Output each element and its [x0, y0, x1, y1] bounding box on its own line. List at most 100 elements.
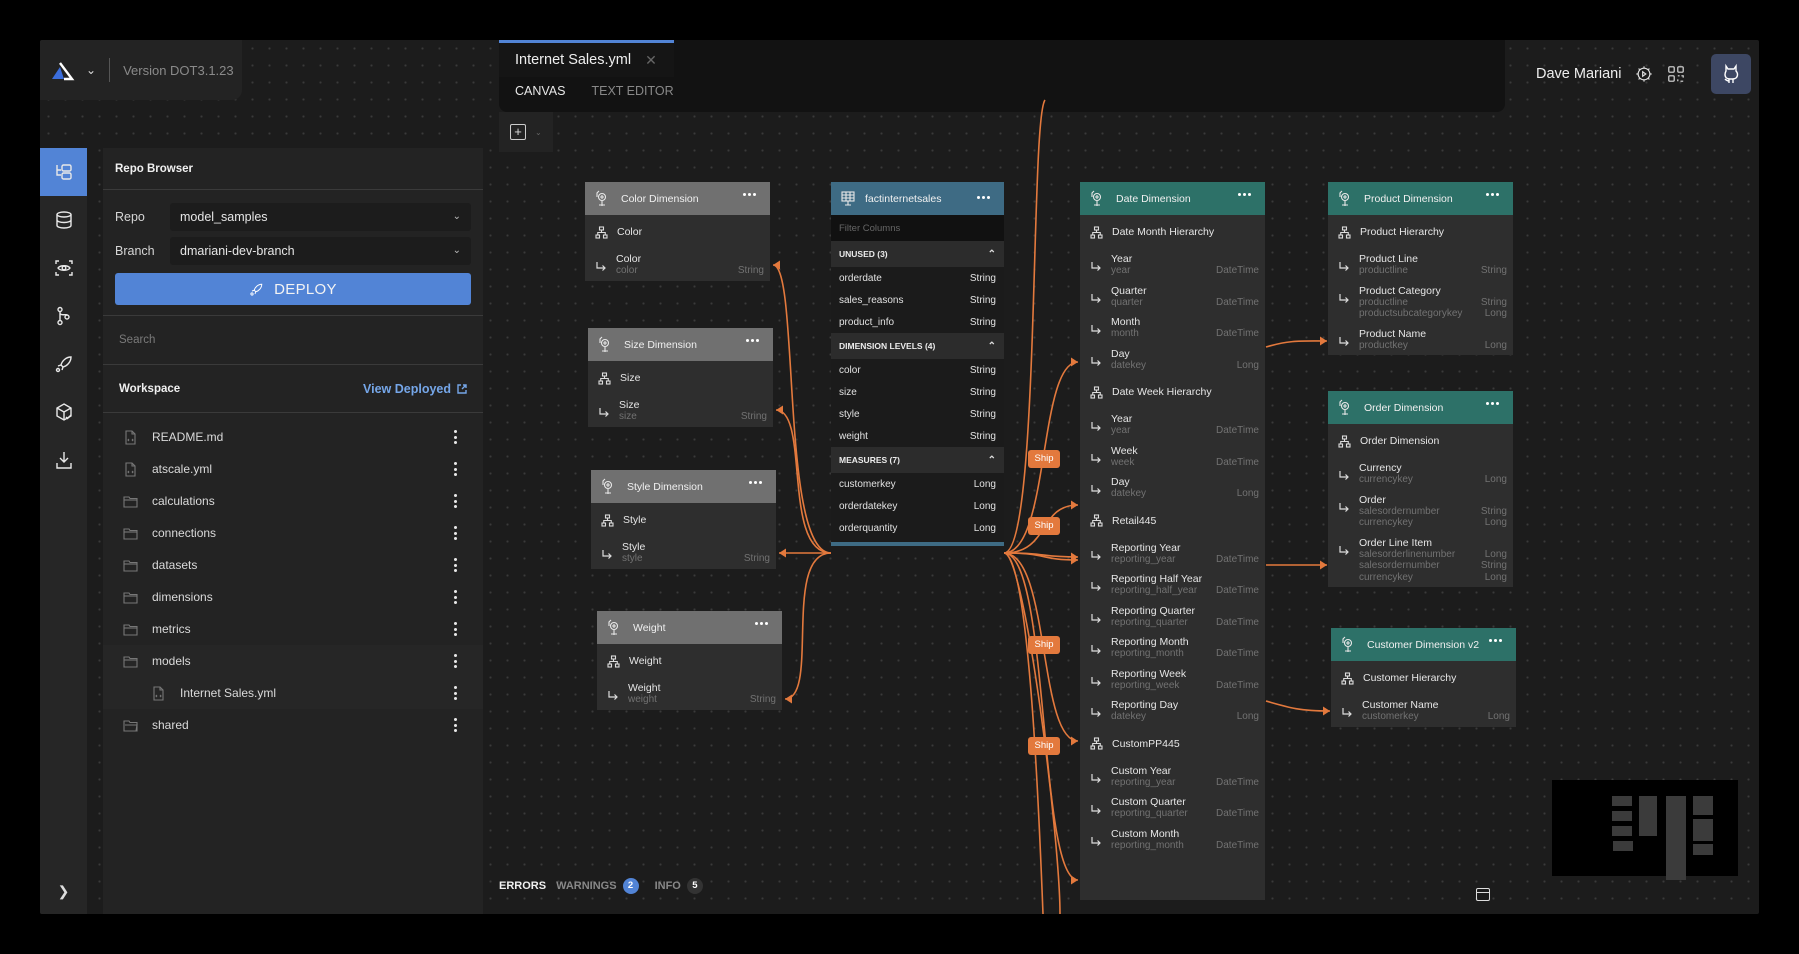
ship-badge[interactable]: Ship	[1028, 450, 1060, 468]
dimension-node-date[interactable]: Date Dimension Date Month Hierarchy Year ye…	[1080, 182, 1265, 900]
level-row[interactable]: Product Category productline String product…	[1328, 281, 1513, 324]
filter-columns-input[interactable]: Filter Columns	[831, 215, 1004, 241]
view-deployed-link[interactable]: View Deployed	[363, 382, 467, 396]
more-vertical-icon[interactable]	[454, 590, 457, 604]
edge-line[interactable]	[1265, 340, 1328, 348]
level-row[interactable]: Size size String	[588, 395, 773, 427]
more-menu-icon[interactable]	[1238, 193, 1251, 196]
chevron-down-icon[interactable]: ⌄	[535, 128, 542, 137]
branch-select[interactable]: dmariani-dev-branch ⌄	[170, 236, 471, 265]
level-row[interactable]: Custom Quarter reporting_quarter DateTime	[1080, 792, 1265, 824]
expand-rail-chevron-icon[interactable]: ❯	[40, 883, 87, 900]
minimap[interactable]	[1552, 780, 1738, 880]
hierarchy-row[interactable]: Date Week Hierarchy	[1080, 375, 1265, 409]
more-vertical-icon[interactable]	[454, 430, 457, 444]
tree-item[interactable]: dimensions	[103, 581, 483, 613]
rail-packages[interactable]	[40, 388, 87, 436]
level-row[interactable]: Month month DateTime	[1080, 312, 1265, 344]
level-row[interactable]: Product Name productkey Long	[1328, 324, 1513, 356]
level-row[interactable]: Reporting Year reporting_year DateTime	[1080, 538, 1265, 570]
dimension-node-color[interactable]: Color Dimension Color Color color String	[585, 182, 770, 281]
fact-column-row[interactable]: weight String	[831, 425, 1004, 447]
level-row[interactable]: Reporting Day datekey Long	[1080, 695, 1265, 727]
more-menu-icon[interactable]	[977, 196, 990, 199]
tree-item[interactable]: connections	[103, 517, 483, 549]
hierarchy-row[interactable]: Customer Hierarchy	[1331, 661, 1516, 695]
node-header[interactable]: Date Dimension	[1080, 182, 1265, 215]
level-row[interactable]: Customer Name customerkey Long	[1331, 695, 1516, 727]
level-row[interactable]: Reporting Month reporting_month DateTime	[1080, 632, 1265, 664]
tree-item[interactable]: calculations	[103, 485, 483, 517]
more-vertical-icon[interactable]	[454, 462, 457, 476]
hierarchy-row[interactable]: CustomPP445	[1080, 727, 1265, 761]
hierarchy-row[interactable]: Size	[588, 361, 773, 395]
chevron-down-icon[interactable]: ⌄	[86, 63, 96, 77]
level-row[interactable]: Order Line Item salesorderlinenumber Long s…	[1328, 533, 1513, 588]
tab-text-editor[interactable]: TEXT EDITOR	[591, 84, 673, 98]
hierarchy-row[interactable]: Date Month Hierarchy	[1080, 215, 1265, 249]
hierarchy-row[interactable]: Product Hierarchy	[1328, 215, 1513, 249]
fact-section-header[interactable]: UNUSED (3) ⌃	[831, 241, 1004, 267]
dimension-node-order[interactable]: Order Dimension Order Dimension Currency cu…	[1328, 391, 1513, 587]
edge-line[interactable]	[1003, 552, 1079, 561]
rail-download[interactable]	[40, 436, 87, 484]
tab-info[interactable]: INFO	[655, 880, 681, 892]
panel-toggle-icon[interactable]	[1476, 888, 1490, 901]
level-row[interactable]: Weight weight String	[597, 678, 782, 710]
ship-badge[interactable]: Ship	[1028, 636, 1060, 654]
tree-item[interactable]: models	[103, 645, 483, 677]
node-header[interactable]: Size Dimension	[588, 328, 773, 361]
fact-table-header[interactable]: factinternetsales	[831, 182, 1004, 215]
more-vertical-icon[interactable]	[454, 558, 457, 572]
level-row[interactable]: Color color String	[585, 249, 770, 281]
ship-badge[interactable]: Ship	[1028, 737, 1060, 755]
level-row[interactable]: Reporting Half Year reporting_half_year Da…	[1080, 569, 1265, 601]
chevron-up-icon[interactable]: ⌃	[988, 341, 996, 352]
close-icon[interactable]: ✕	[645, 52, 657, 69]
fact-section-header[interactable]: DIMENSION LEVELS (4) ⌃	[831, 333, 1004, 359]
edge-line[interactable]	[1003, 552, 1079, 558]
tree-item[interactable]: datasets	[103, 549, 483, 581]
level-row[interactable]: Week week DateTime	[1080, 441, 1265, 473]
more-vertical-icon[interactable]	[454, 686, 457, 700]
qr-code-icon[interactable]	[1667, 65, 1685, 83]
tree-item[interactable]: metrics	[103, 613, 483, 645]
more-menu-icon[interactable]	[746, 339, 759, 342]
more-vertical-icon[interactable]	[454, 654, 457, 668]
more-vertical-icon[interactable]	[454, 526, 457, 540]
fact-column-row[interactable]: style String	[831, 403, 1004, 425]
hierarchy-row[interactable]: Color	[585, 215, 770, 249]
tree-item[interactable]: shared	[103, 709, 483, 741]
fact-column-row[interactable]: customerkey Long	[831, 473, 1004, 495]
hierarchy-row[interactable]: Weight	[597, 644, 782, 678]
level-row[interactable]: Quarter quarter DateTime	[1080, 281, 1265, 313]
search-input[interactable]: Search	[103, 315, 483, 364]
more-menu-icon[interactable]	[1486, 193, 1499, 196]
tree-item[interactable]: Internet Sales.yml	[103, 677, 483, 709]
more-vertical-icon[interactable]	[454, 718, 457, 732]
atscale-logo-icon[interactable]	[50, 59, 76, 81]
rail-deploy[interactable]	[40, 340, 87, 388]
fact-column-row[interactable]: size String	[831, 381, 1004, 403]
node-header[interactable]: Customer Dimension v2	[1331, 628, 1516, 661]
dimension-node-product[interactable]: Product Dimension Product Hierarchy Produc…	[1328, 182, 1513, 355]
repo-select[interactable]: model_samples ⌄	[170, 202, 471, 231]
dimension-node-customer[interactable]: Customer Dimension v2 Customer Hierarchy C…	[1331, 628, 1516, 727]
level-row[interactable]: Product Line productline String	[1328, 249, 1513, 281]
rail-repo-browser[interactable]	[40, 148, 87, 196]
more-menu-icon[interactable]	[1489, 639, 1502, 642]
level-row[interactable]: Day datekey Long	[1080, 344, 1265, 376]
edge-line[interactable]	[784, 552, 832, 700]
fact-section-header[interactable]: MEASURES (7) ⌃	[831, 447, 1004, 473]
edge-line[interactable]	[1003, 99, 1046, 554]
tree-item[interactable]: atscale.yml	[103, 453, 483, 485]
user-name[interactable]: Dave Mariani	[1536, 66, 1621, 82]
more-menu-icon[interactable]	[743, 193, 756, 196]
hierarchy-row[interactable]: Style	[591, 503, 776, 537]
level-row[interactable]: Reporting Quarter reporting_quarter DateTi…	[1080, 601, 1265, 633]
node-header[interactable]: Style Dimension	[591, 470, 776, 503]
edge-line[interactable]	[1265, 700, 1331, 712]
edge-line[interactable]	[772, 264, 832, 554]
more-menu-icon[interactable]	[749, 481, 762, 484]
fact-column-row[interactable]: color String	[831, 359, 1004, 381]
